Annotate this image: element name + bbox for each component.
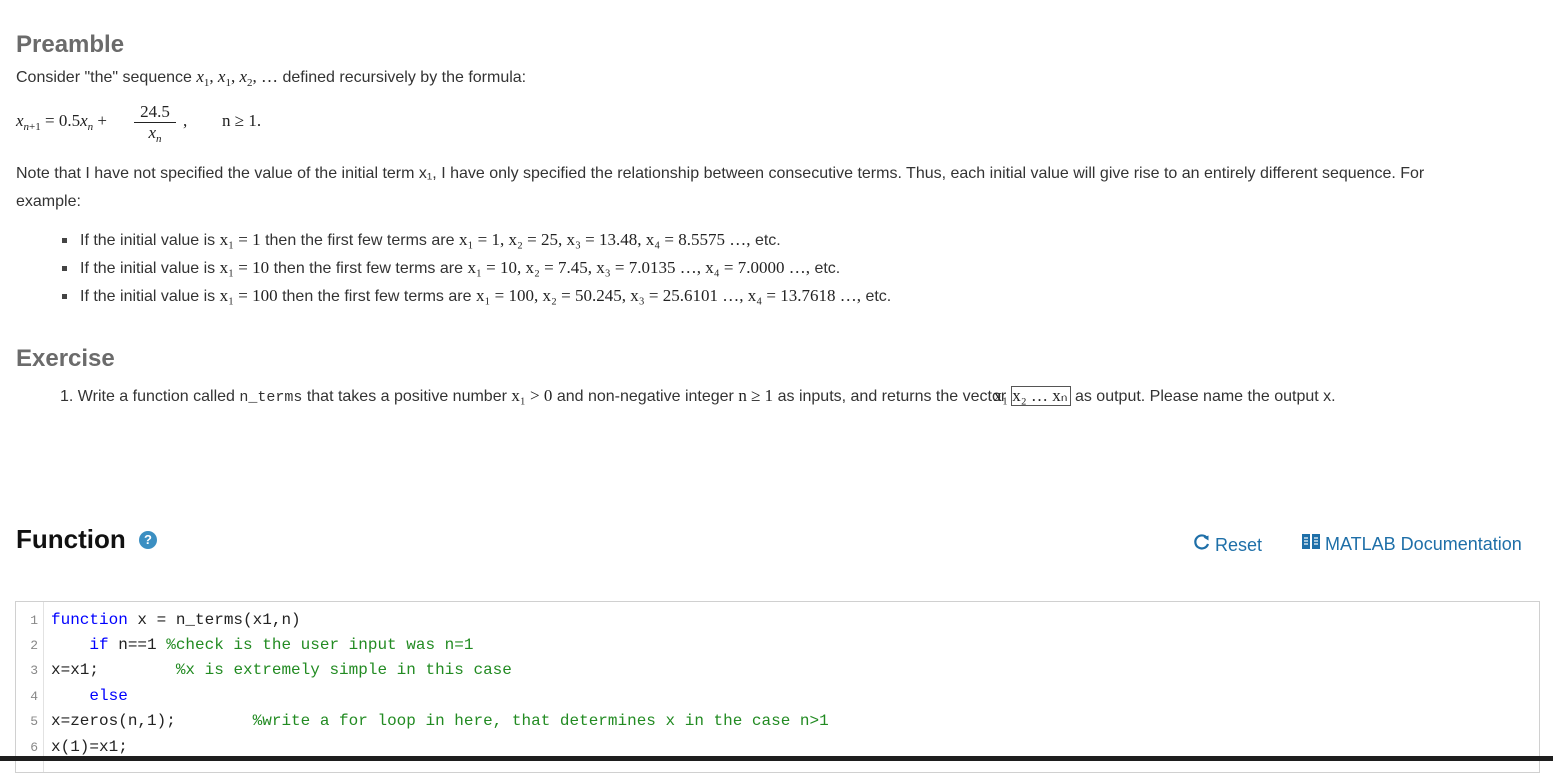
formula-condition: n ≥ 1. [222, 111, 262, 130]
code-line[interactable]: 1 function x = n_terms(x1,n) [16, 608, 1539, 633]
matlab-documentation-link[interactable]: MATLAB Documentation [1301, 533, 1522, 555]
code-line[interactable]: 5 x=zeros(n,1); %write a for loop in here… [16, 709, 1539, 734]
reset-label: Reset [1215, 535, 1263, 555]
question-circle-icon[interactable]: ? [139, 531, 157, 549]
example-item: If the initial value is x₁ = 10 then the… [60, 254, 891, 282]
code-line[interactable]: 3 x=x1; %x is extremely simple in this ca… [16, 658, 1539, 683]
code-line[interactable]: 2 if n==1 %check is the user input was n… [16, 633, 1539, 658]
intro-text: Consider "the" sequence [16, 69, 197, 86]
exercise-item: 1. Write a function called n_terms that … [60, 386, 1336, 406]
note-paragraph: Note that I have not specified the value… [16, 165, 1425, 210]
intro-paragraph: Consider "the" sequence x1, x1, x2, … de… [16, 63, 526, 97]
code-line[interactable]: 4 else [16, 684, 1539, 709]
function-heading: Function [16, 524, 126, 554]
intro-text-after: defined recursively by the formula: [278, 69, 527, 86]
examples-list: If the initial value is x₁ = 1 then the … [60, 226, 891, 310]
output-vector: x₁ x₂ … xₙ [994, 386, 1071, 406]
book-icon [1301, 533, 1321, 555]
sequence-math: x1, x1, x2, … [196, 67, 278, 89]
example-item: If the initial value is x₁ = 100 then th… [60, 282, 891, 310]
reset-button[interactable]: Reset [1193, 533, 1262, 556]
recurrence-formula: xn+1 = 0.5xn + 24.5 xn , n ≥ 1. [16, 102, 262, 145]
preamble-heading: Preamble [16, 31, 125, 58]
window-bottom-edge [0, 756, 1553, 761]
refresh-icon [1193, 533, 1211, 556]
example-item: If the initial value is x₁ = 1 then the … [60, 226, 891, 254]
formula-numerator: 24.5 [134, 102, 176, 123]
function-name: n_terms [239, 389, 303, 406]
exercise-heading: Exercise [16, 345, 115, 372]
doc-label: MATLAB Documentation [1325, 534, 1522, 554]
exercise-list: 1. Write a function called n_terms that … [60, 382, 1470, 412]
code-editor[interactable]: 1 function x = n_terms(x1,n) 2 if n==1 %c… [15, 601, 1540, 773]
